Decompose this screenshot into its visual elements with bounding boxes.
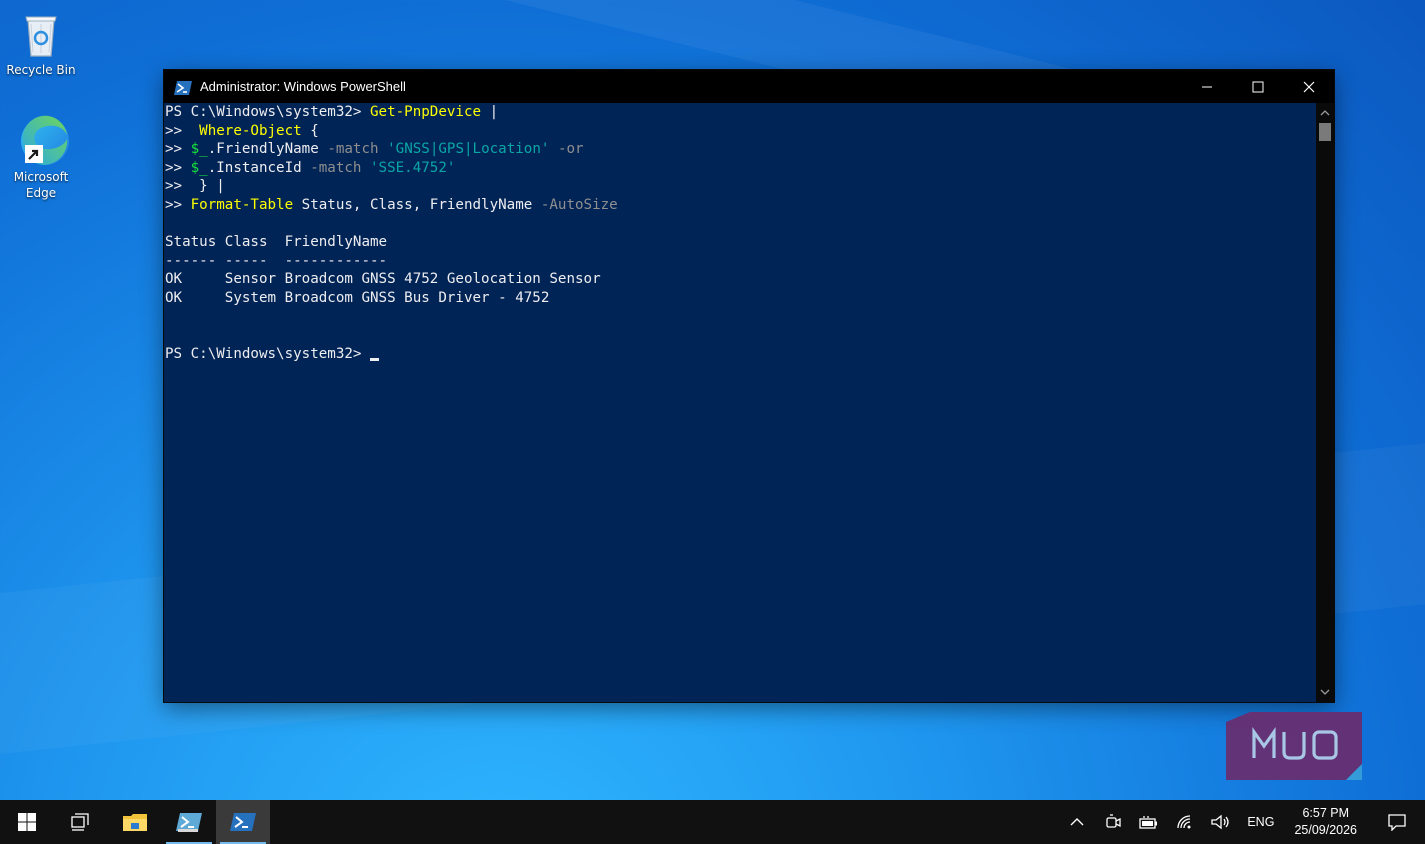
prompt: PS C:\Windows\system32> [165, 345, 370, 362]
operator: -or [557, 141, 584, 158]
powershell-icon [230, 813, 256, 831]
desktop-icon-recycle-bin[interactable]: Recycle Bin [3, 8, 79, 78]
input-language[interactable]: ENG [1239, 800, 1282, 844]
battery-icon [1139, 816, 1158, 829]
volume-button[interactable] [1203, 800, 1239, 844]
windows-start-icon [18, 813, 36, 831]
powershell-icon [174, 80, 192, 95]
system-tray: ENG 6:57 PM 25/09/2026 [1059, 800, 1425, 844]
task-view-icon [71, 813, 89, 831]
window-titlebar[interactable]: Administrator: Windows PowerShell [164, 70, 1334, 103]
property: .FriendlyName [207, 141, 328, 158]
console-line: PS C:\Windows\system32> [165, 345, 1316, 364]
variable: $_ [190, 141, 208, 158]
property: .InstanceId [207, 159, 311, 176]
console-line: PS C:\Windows\system32> Get-PnpDevice | [165, 103, 1316, 122]
brace: { [301, 122, 319, 139]
table-row: OK Sensor Broadcom GNSS 4752 Geolocation… [165, 271, 601, 288]
pipe: | [481, 104, 499, 120]
scroll-down-button[interactable] [1316, 684, 1334, 700]
cmdlet: Where-Object [199, 122, 302, 139]
close-button[interactable] [1284, 70, 1334, 103]
string-literal: 'SSE.4752' [370, 159, 456, 176]
powershell-window[interactable]: Administrator: Windows PowerShell PS C:\… [164, 70, 1334, 702]
console-line: >> Where-Object { [165, 122, 1316, 141]
console-line: >> $_.InstanceId -match 'SSE.4752' [165, 159, 1316, 178]
maximize-icon [1252, 81, 1264, 92]
muo-logo [1226, 712, 1362, 780]
continuation-prompt: >> [165, 159, 191, 176]
vertical-scrollbar[interactable] [1316, 103, 1334, 702]
chevron-down-icon [1320, 689, 1330, 695]
volume-icon [1211, 814, 1229, 830]
start-button[interactable] [0, 800, 54, 844]
table-divider: ------ ----- ------------ [165, 252, 388, 269]
desktop-icon-microsoft-edge[interactable]: Microsoft Edge [3, 115, 79, 201]
table-row: OK System Broadcom GNSS Bus Driver - 475… [165, 289, 550, 306]
text-cursor [370, 357, 379, 361]
scroll-up-button[interactable] [1316, 105, 1334, 121]
clock-time: 6:57 PM [1302, 806, 1349, 820]
chevron-up-icon [1320, 110, 1330, 116]
arguments: Status, Class, FriendlyName [293, 196, 541, 213]
taskbar: ENG 6:57 PM 25/09/2026 [0, 800, 1425, 844]
continuation-prompt: >> [165, 141, 191, 158]
clock[interactable]: 6:57 PM 25/09/2026 [1282, 800, 1369, 844]
meet-now-button[interactable] [1095, 800, 1131, 844]
battery-button[interactable] [1131, 800, 1167, 844]
meet-now-icon [1106, 814, 1121, 828]
chevron-up-icon [1070, 818, 1084, 826]
clock-date: 25/09/2026 [1294, 823, 1357, 837]
edge-label: Microsoft Edge [13, 170, 69, 200]
action-center-button[interactable] [1369, 800, 1425, 844]
powershell-ise-button[interactable] [162, 800, 216, 844]
window-title: Administrator: Windows PowerShell [200, 79, 406, 94]
close-icon [1303, 81, 1315, 92]
continuation-prompt: >> [165, 122, 191, 139]
table-header: Status Class FriendlyName [165, 234, 388, 251]
minimize-button[interactable] [1182, 70, 1232, 103]
console-line: >> } | [165, 177, 1316, 196]
wifi-icon [1177, 815, 1191, 829]
cmdlet: Get-PnpDevice [370, 104, 482, 120]
operator: -match [310, 159, 371, 176]
cmdlet: Format-Table [190, 196, 294, 213]
variable: $_ [190, 159, 208, 176]
powershell-ise-icon [176, 813, 202, 832]
console-line: >> $_.FriendlyName -match 'GNSS|GPS|Loca… [165, 140, 1316, 159]
brace: } | [190, 178, 225, 195]
scroll-thumb[interactable] [1319, 123, 1331, 141]
string-literal: 'GNSS|GPS|Location' [387, 141, 550, 158]
file-explorer-button[interactable] [108, 800, 162, 844]
console-output[interactable]: PS C:\Windows\system32> Get-PnpDevice | … [164, 103, 1316, 702]
continuation-prompt: >> [165, 178, 191, 195]
network-button[interactable] [1167, 800, 1203, 844]
edge-icon [15, 115, 69, 167]
file-explorer-icon [123, 814, 147, 831]
parameter: -AutoSize [540, 196, 618, 213]
minimize-icon [1202, 86, 1212, 87]
show-hidden-icons-button[interactable] [1059, 800, 1095, 844]
task-view-button[interactable] [54, 800, 108, 844]
console-line: >> Format-Table Status, Class, FriendlyN… [165, 196, 1316, 215]
recycle-bin-label: Recycle Bin [6, 63, 76, 77]
continuation-prompt: >> [165, 196, 191, 213]
powershell-button[interactable] [216, 800, 270, 844]
operator: -match [327, 141, 388, 158]
recycle-bin-icon [15, 8, 67, 60]
prompt: PS C:\Windows\system32> [165, 104, 370, 120]
action-center-icon [1388, 814, 1406, 831]
maximize-button[interactable] [1233, 70, 1283, 103]
